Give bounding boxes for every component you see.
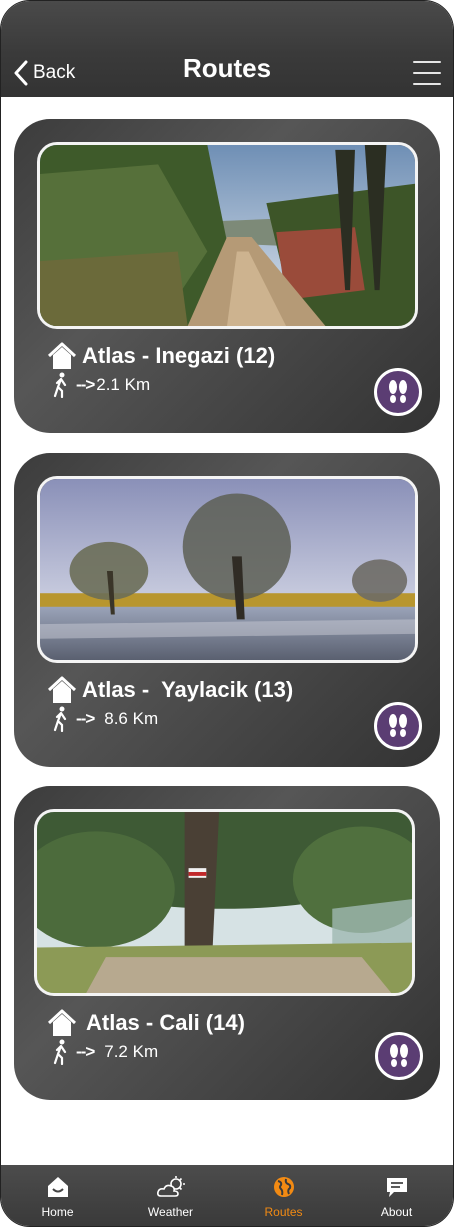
route-name-row: Atlas - Cali (14) bbox=[47, 1006, 245, 1040]
footprints-button[interactable] bbox=[374, 702, 422, 750]
footprints-icon bbox=[389, 380, 407, 403]
walking-person-icon bbox=[53, 372, 67, 398]
app-header: Back Routes bbox=[1, 1, 453, 97]
route-distance-row: --> 2.1 Km bbox=[52, 371, 150, 399]
footprints-button[interactable] bbox=[375, 1032, 423, 1080]
route-distance-row: --> 7.2 Km bbox=[52, 1038, 158, 1066]
route-distance: 8.6 Km bbox=[104, 709, 159, 728]
tab-about[interactable]: About bbox=[340, 1165, 453, 1226]
tab-routes[interactable]: Routes bbox=[227, 1165, 340, 1226]
route-card-2[interactable]: Atlas - Yaylacik (13) --> 8.6 Km bbox=[14, 453, 440, 767]
tab-label: Weather bbox=[147, 1205, 194, 1219]
house-icon bbox=[47, 342, 77, 369]
route-name-row: Atlas - Yaylacik (13) bbox=[47, 673, 293, 707]
route-photo bbox=[37, 142, 418, 329]
route-photo bbox=[34, 809, 415, 996]
house-icon bbox=[47, 1009, 77, 1036]
tab-label: About bbox=[380, 1205, 413, 1219]
arrow-text: --> bbox=[76, 1042, 95, 1061]
footprints-icon bbox=[389, 714, 407, 737]
arrow-text: --> bbox=[76, 375, 95, 394]
route-name: Atlas - Inegazi (12) bbox=[82, 343, 276, 368]
footprints-button[interactable] bbox=[374, 368, 422, 416]
chat-icon bbox=[386, 1178, 407, 1197]
route-distance: 7.2 Km bbox=[104, 1042, 159, 1061]
tab-label: Routes bbox=[264, 1205, 303, 1219]
footprints-icon bbox=[390, 1044, 408, 1067]
walking-person-icon bbox=[53, 1039, 67, 1065]
route-name: Atlas - Cali (14) bbox=[86, 1010, 245, 1035]
globe-icon bbox=[273, 1177, 294, 1197]
route-card-3[interactable]: Atlas - Cali (14) --> 7.2 Km bbox=[14, 786, 440, 1100]
route-name-row: Atlas - Inegazi (12) bbox=[47, 339, 275, 373]
house-icon bbox=[47, 676, 77, 703]
weather-icon bbox=[156, 1176, 185, 1197]
arrow-text: --> bbox=[76, 709, 95, 728]
tab-weather[interactable]: Weather bbox=[114, 1165, 227, 1226]
home-icon bbox=[47, 1177, 68, 1197]
route-distance: 2.1 Km bbox=[96, 375, 151, 394]
route-name: Atlas - Yaylacik (13) bbox=[82, 677, 294, 702]
phone-frame: Back Routes Atlas - Inegazi (12) --> 2.1… bbox=[0, 0, 454, 1227]
walking-person-icon bbox=[53, 706, 67, 732]
hamburger-menu-icon[interactable] bbox=[413, 61, 441, 85]
bottom-tab-bar: Home Weather Routes About bbox=[1, 1165, 453, 1226]
route-distance-row: --> 8.6 Km bbox=[52, 705, 158, 733]
page-title: Routes bbox=[182, 53, 272, 83]
tab-label: Home bbox=[41, 1205, 74, 1219]
tab-home[interactable]: Home bbox=[1, 1165, 114, 1226]
route-card-1[interactable]: Atlas - Inegazi (12) --> 2.1 Km bbox=[14, 119, 440, 433]
route-photo bbox=[37, 476, 418, 663]
